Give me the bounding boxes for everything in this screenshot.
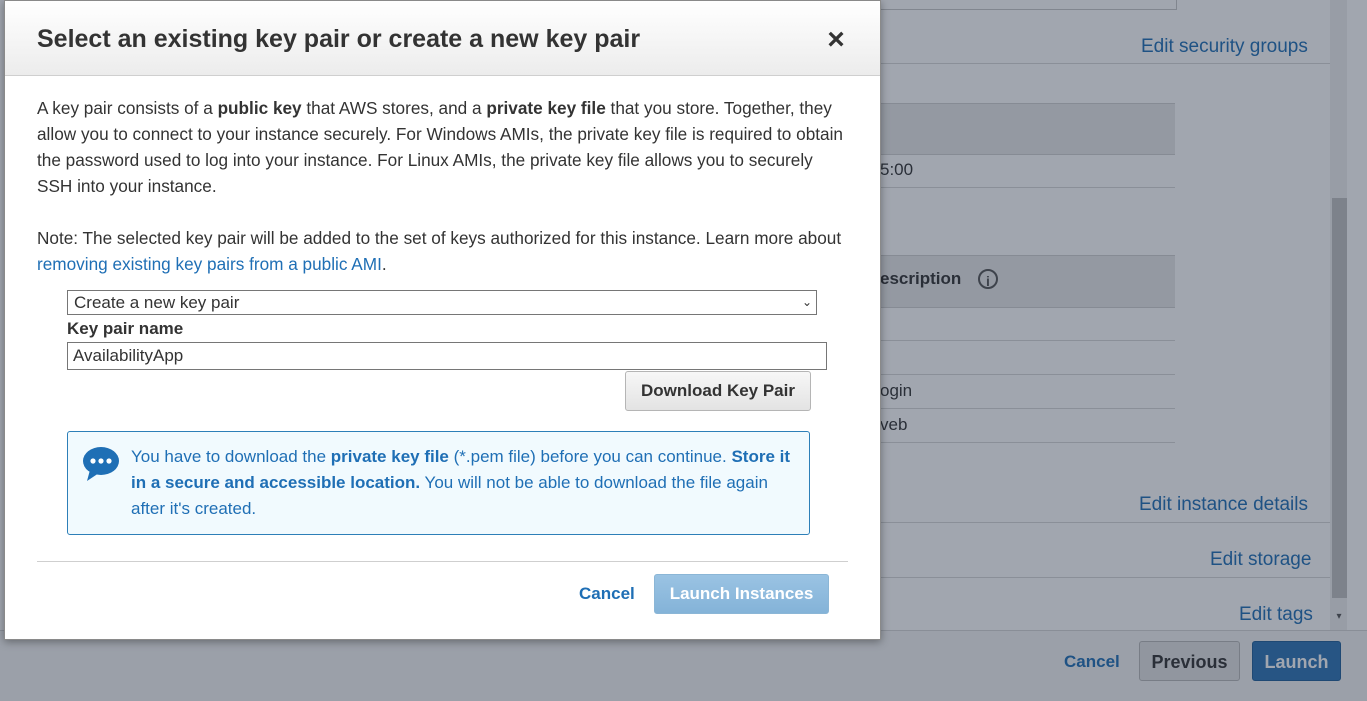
download-key-pair-button[interactable]: Download Key Pair bbox=[625, 371, 811, 411]
dialog-cancel-button[interactable]: Cancel bbox=[579, 584, 635, 604]
dialog-body: A key pair consists of a public key that… bbox=[37, 95, 852, 277]
download-info-text: You have to download the private key fil… bbox=[131, 447, 790, 518]
close-icon[interactable]: × bbox=[823, 25, 849, 55]
dialog-header: Select an existing key pair or create a … bbox=[5, 1, 880, 76]
removing-key-pairs-link[interactable]: removing existing key pairs from a publi… bbox=[37, 254, 382, 274]
download-info-alert: You have to download the private key fil… bbox=[67, 431, 810, 535]
dialog-divider bbox=[37, 561, 848, 562]
chat-bubble-icon bbox=[83, 447, 119, 481]
key-pair-description: A key pair consists of a public key that… bbox=[37, 98, 843, 196]
key-pair-name-label: Key pair name bbox=[67, 319, 184, 338]
key-pair-dialog: Select an existing key pair or create a … bbox=[4, 0, 881, 640]
chevron-down-icon: ⌄ bbox=[801, 295, 812, 309]
key-pair-note: Note: The selected key pair will be adde… bbox=[37, 228, 842, 274]
launch-instances-button[interactable]: Launch Instances bbox=[654, 574, 829, 614]
dialog-title: Select an existing key pair or create a … bbox=[37, 25, 641, 53]
key-pair-name-input[interactable]: AvailabilityApp bbox=[67, 342, 827, 370]
key-pair-option-select[interactable]: Create a new key pair ⌄ bbox=[67, 290, 817, 315]
